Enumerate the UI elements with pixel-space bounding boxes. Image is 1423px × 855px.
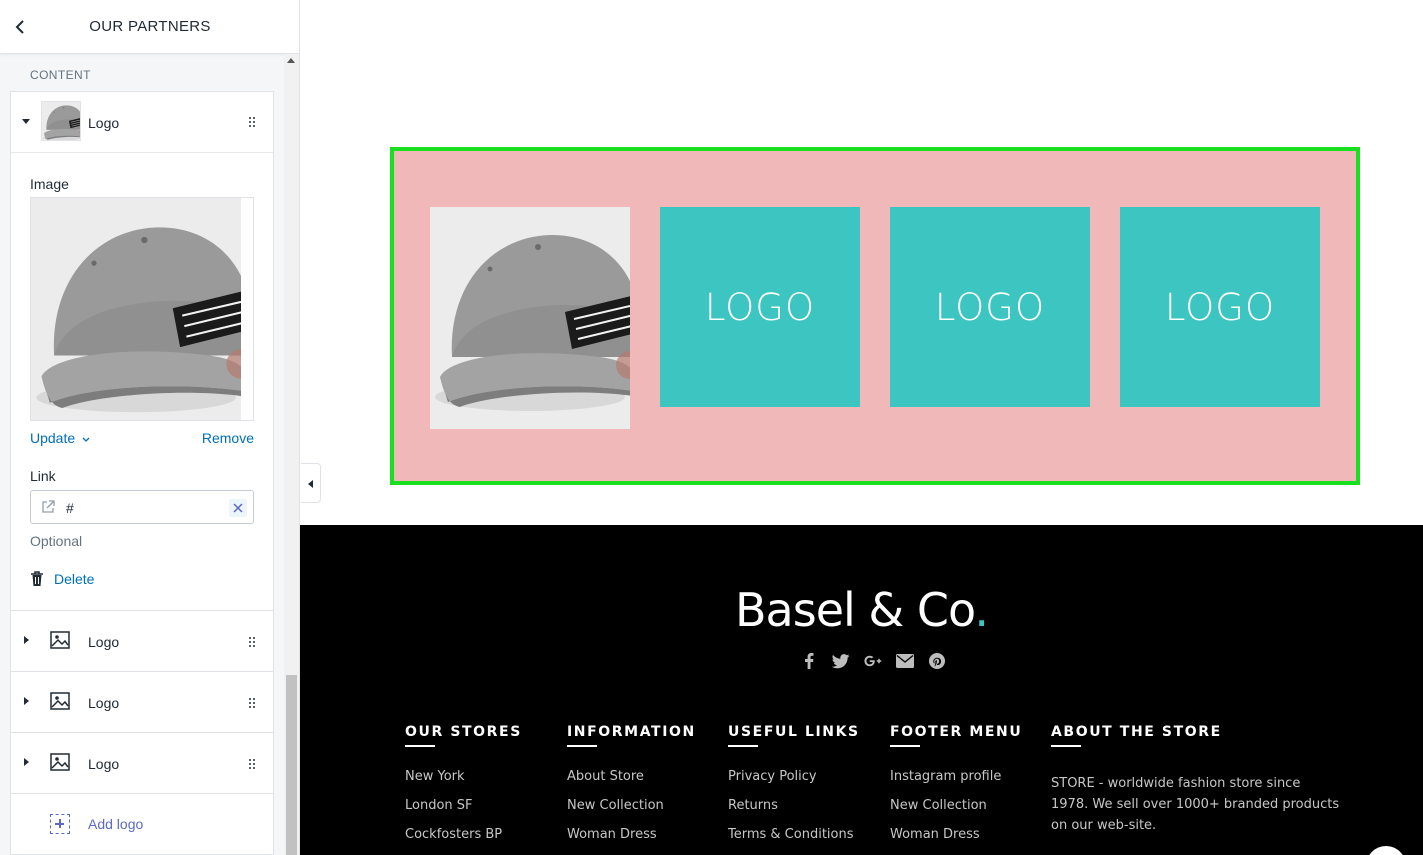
footer-link[interactable]: About Store xyxy=(567,769,696,798)
block-label: Logo xyxy=(88,756,120,772)
brand-dot: . xyxy=(974,583,989,637)
block-label: Logo xyxy=(88,695,120,711)
close-icon xyxy=(233,503,243,513)
block-settings: Image Update Remove Link # Optional Dele… xyxy=(11,152,273,609)
footer-link[interactable]: Woman Dress xyxy=(567,827,696,855)
about-store-text: STORE - worldwide fashion store since 19… xyxy=(1051,776,1340,833)
block-thumbnail xyxy=(41,101,81,141)
title-underline xyxy=(1051,745,1081,747)
pinterest-icon[interactable] xyxy=(928,652,946,670)
footer-column-useful-links: USEFUL LINKS Privacy Policy Returns Term… xyxy=(728,724,860,855)
twitter-icon[interactable] xyxy=(832,652,850,670)
optional-hint: Optional xyxy=(30,533,83,549)
partner-logo-image[interactable] xyxy=(430,207,630,429)
back-button[interactable] xyxy=(10,17,30,37)
drag-handle-icon[interactable] xyxy=(249,117,255,127)
footer-column-title: OUR STORES xyxy=(405,724,522,740)
external-link-icon xyxy=(42,500,55,513)
scrollbar-thumb[interactable] xyxy=(286,675,297,855)
site-footer: Basel & Co. OUR STORES New York London S… xyxy=(300,525,1423,855)
footer-link[interactable]: London SF xyxy=(405,798,522,827)
collapse-sidebar-button[interactable] xyxy=(301,463,321,503)
block-label: Logo xyxy=(88,634,120,650)
facebook-icon[interactable] xyxy=(800,652,818,670)
footer-link[interactable]: Cockfosters BP xyxy=(405,827,522,855)
drag-handle-icon[interactable] xyxy=(249,698,255,708)
block-label: Logo xyxy=(88,115,120,131)
clear-link-button[interactable] xyxy=(229,499,247,517)
theme-editor-sidebar: OUR PARTNERS CONTENT Logo Image Update R… xyxy=(0,0,300,855)
footer-column-title: FOOTER MENU xyxy=(890,724,1023,740)
footer-link[interactable]: Terms & Conditions xyxy=(728,827,860,855)
caret-right-icon[interactable] xyxy=(24,636,29,644)
footer-link[interactable]: Privacy Policy xyxy=(728,769,860,798)
delete-block-button[interactable]: Delete xyxy=(30,571,94,587)
sidebar-title: OUR PARTNERS xyxy=(89,18,211,35)
image-icon xyxy=(50,692,70,710)
drag-handle-icon[interactable] xyxy=(249,637,255,647)
update-label: Update xyxy=(30,430,76,446)
remove-image-button[interactable]: Remove xyxy=(202,430,254,446)
section-label-content: CONTENT xyxy=(30,68,91,82)
content-block-logo[interactable]: Logo xyxy=(10,732,274,794)
footer-column-title: USEFUL LINKS xyxy=(728,724,860,740)
link-value: # xyxy=(66,500,74,516)
image-icon xyxy=(50,753,70,771)
partner-logo-placeholder[interactable]: LOGO xyxy=(660,207,860,407)
footer-column-information: INFORMATION About Store New Collection W… xyxy=(567,724,696,855)
drag-handle-icon[interactable] xyxy=(249,759,255,769)
footer-column-title: ABOUT THE STORE xyxy=(1051,724,1222,740)
footer-column-our-stores: OUR STORES New York London SF Cockfoster… xyxy=(405,724,522,855)
image-preview[interactable] xyxy=(30,197,254,421)
logo-text: LOGO xyxy=(934,285,1046,329)
footer-column-footer-menu: FOOTER MENU Instagram profile New Collec… xyxy=(890,724,1022,855)
link-input[interactable]: # xyxy=(30,490,254,524)
sidebar-header: OUR PARTNERS xyxy=(0,0,299,54)
title-underline xyxy=(567,745,597,747)
footer-column-title: INFORMATION xyxy=(567,724,696,740)
footer-link[interactable]: Returns xyxy=(728,798,860,827)
content-block-logo[interactable]: Logo xyxy=(10,671,274,733)
google-plus-icon[interactable] xyxy=(864,652,882,670)
caret-right-icon[interactable] xyxy=(24,758,29,766)
block-header[interactable]: Logo xyxy=(11,92,273,152)
title-underline xyxy=(728,745,758,747)
footer-link[interactable]: New Collection xyxy=(567,798,696,827)
title-underline xyxy=(405,745,435,747)
footer-brand-logo[interactable]: Basel & Co. xyxy=(300,583,1423,637)
chevron-down-icon xyxy=(82,437,90,442)
update-image-button[interactable]: Update xyxy=(30,430,90,446)
image-field-label: Image xyxy=(30,176,69,192)
content-block-logo[interactable]: Logo xyxy=(10,610,274,672)
add-block-icon xyxy=(50,814,70,834)
footer-link[interactable]: New Collection xyxy=(890,798,1022,827)
title-underline xyxy=(890,745,920,747)
footer-link[interactable]: Woman Dress xyxy=(890,827,1022,855)
brand-name: Basel & Co xyxy=(735,583,975,637)
partner-logo-placeholder[interactable]: LOGO xyxy=(1120,207,1320,407)
logo-text: LOGO xyxy=(1164,285,1276,329)
partner-logo-placeholder[interactable]: LOGO xyxy=(890,207,1090,407)
logo-text: LOGO xyxy=(704,285,816,329)
add-logo-button[interactable]: Add logo xyxy=(10,793,274,855)
footer-link[interactable]: Instagram profile xyxy=(890,769,1022,798)
footer-column-about: ABOUT THE STORE STORE - worldwide fashio… xyxy=(1051,724,1341,836)
add-logo-label: Add logo xyxy=(88,816,144,832)
content-block-logo-expanded: Logo Image Update Remove Link # Optional… xyxy=(10,91,274,611)
image-icon xyxy=(50,631,70,649)
social-links xyxy=(800,652,946,670)
caret-down-icon[interactable] xyxy=(22,119,30,124)
link-field-label: Link xyxy=(30,468,56,484)
scroll-up-arrow-icon[interactable] xyxy=(287,58,295,63)
footer-link[interactable]: New York xyxy=(405,769,522,798)
chevron-left-icon xyxy=(15,20,24,34)
email-icon[interactable] xyxy=(896,652,914,670)
trash-icon xyxy=(31,571,43,586)
delete-label: Delete xyxy=(54,571,95,587)
caret-right-icon[interactable] xyxy=(24,697,29,705)
our-partners-section[interactable]: LOGO LOGO LOGO xyxy=(390,147,1360,485)
